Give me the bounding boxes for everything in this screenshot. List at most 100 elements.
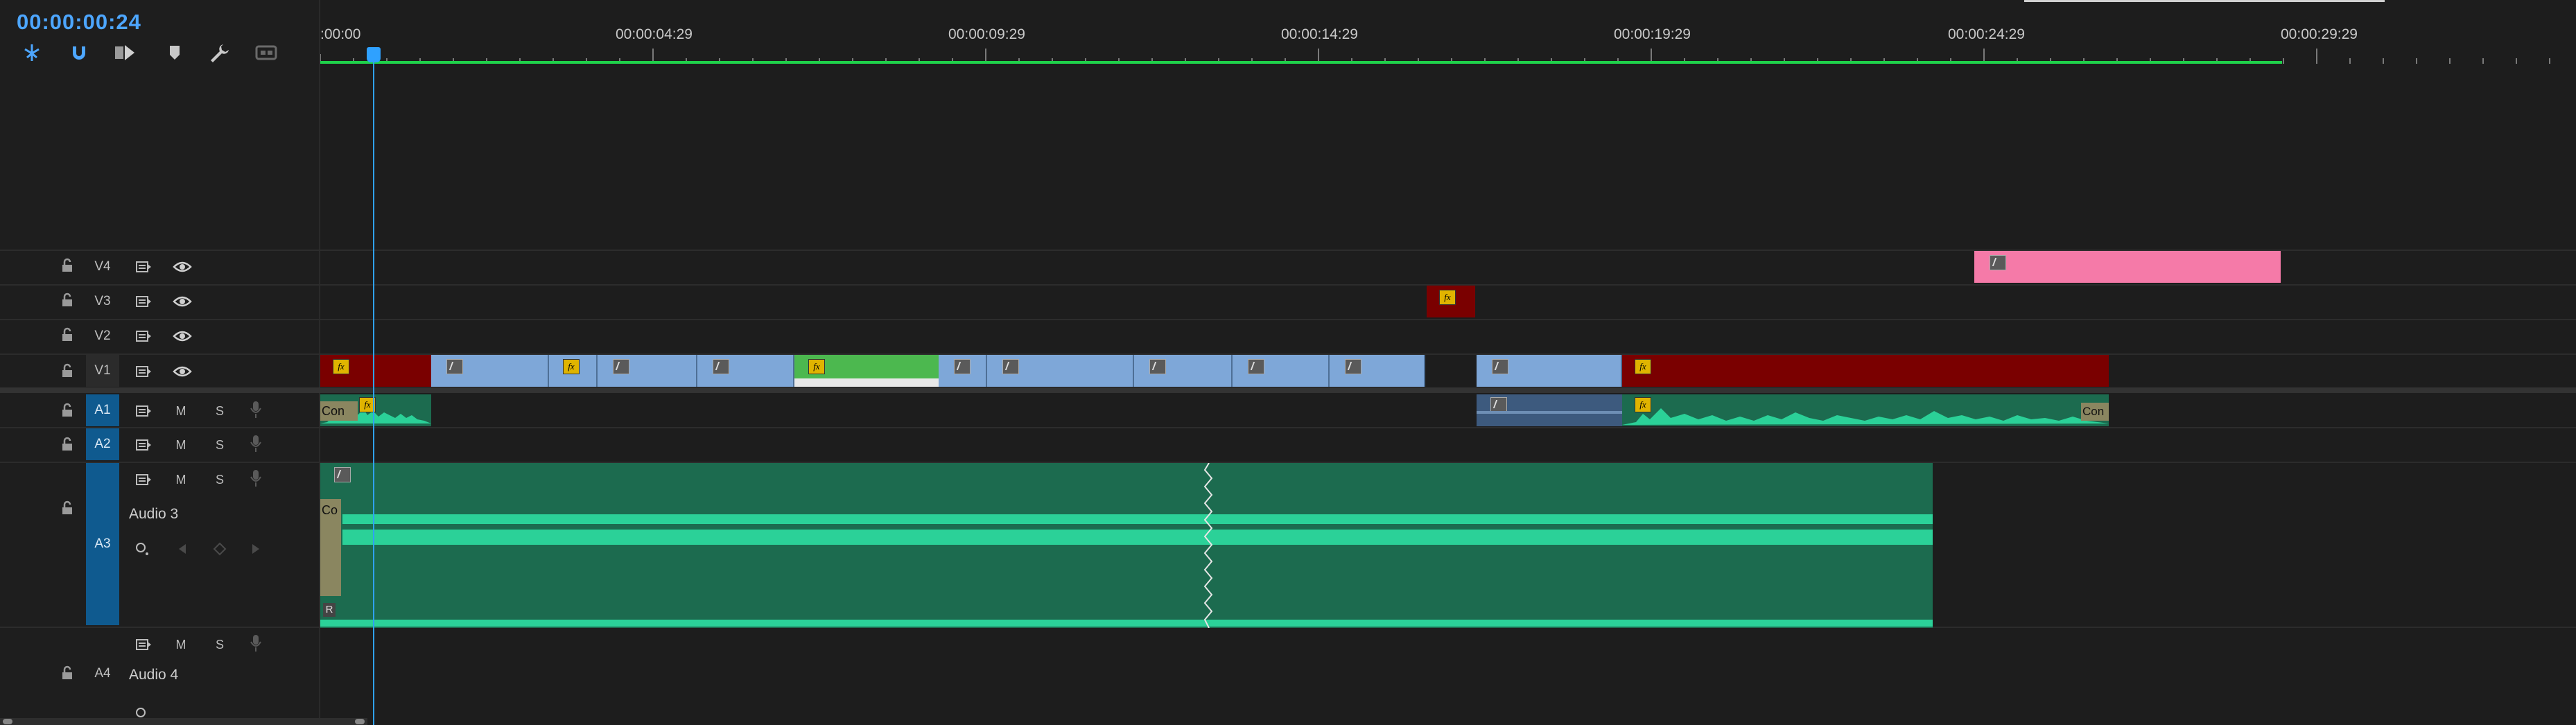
ruler-label: 00:00:19:29 [1614,26,1691,42]
scrollbar-handle-left[interactable] [3,719,12,724]
clip-v1[interactable] [1477,355,1622,387]
snap-magnet-icon[interactable] [67,40,92,65]
clip-v1[interactable]: fx [549,355,598,387]
clip-v4-pink[interactable] [1974,251,2281,283]
captions-icon[interactable] [254,40,279,65]
lock-icon[interactable] [60,258,75,273]
audio-clip-a1[interactable]: fx Con [1622,394,2109,426]
clip-v1[interactable] [1233,355,1330,387]
track-name-a2[interactable]: A2 [86,428,119,460]
clip-v1[interactable] [1134,355,1233,387]
effect-badge-icon [1002,359,1019,374]
waveform [1477,411,1622,414]
lock-icon[interactable] [60,363,75,378]
clip-v1[interactable]: fx [1622,355,2109,387]
fx-badge-icon: fx [1439,290,1456,305]
track-header-a4: A4 M S Audio 4 [0,628,319,725]
clip-v1[interactable] [697,355,794,387]
track-name-a3[interactable]: A3 [86,463,119,625]
track-name-v3[interactable]: V3 [86,286,119,317]
ruler-label: 00:00:29:29 [2281,26,2358,42]
fx-badge-icon: fx [333,359,349,374]
lock-icon[interactable] [60,292,75,308]
track-header-a1: A1 M S [0,394,319,426]
playhead-timecode[interactable]: 00:00:00:24 [17,10,141,35]
track-name-a1[interactable]: A1 [86,394,119,426]
horizontal-scrollbar[interactable] [0,718,367,725]
track-name-a4[interactable]: A4 [86,653,119,695]
effect-badge-icon [1149,359,1166,374]
solo-button[interactable]: S [209,403,230,419]
lock-icon[interactable] [60,500,75,516]
microphone-icon[interactable] [245,435,266,452]
toggle-sync-lock-icon[interactable] [133,293,154,310]
clip-v1-green[interactable]: fx [794,355,939,387]
solo-button[interactable]: S [209,471,230,488]
scrollbar-handle-right[interactable] [355,719,365,724]
audio-clip-a1[interactable]: Con fx [320,394,431,426]
next-keyframe-icon[interactable] [245,541,266,557]
lock-icon[interactable] [60,403,75,418]
keyframe-options-icon[interactable] [132,541,153,557]
playhead-line[interactable] [373,49,374,725]
scroll-thumb[interactable] [2024,0,2385,2]
previous-keyframe-icon[interactable] [172,541,193,557]
audio-clip-a1[interactable] [1477,394,1622,426]
audio-clip-a3[interactable]: Co R [320,463,1933,628]
effect-badge-icon [613,359,629,374]
clip-transition-label: Con [2081,403,2109,421]
clip-v1[interactable] [431,355,549,387]
waveform [342,514,1933,524]
track-header-a2: A2 M S [0,428,319,460]
toggle-sync-lock-icon[interactable] [133,437,154,453]
microphone-icon[interactable] [245,401,266,418]
fx-badge-icon: fx [808,359,825,374]
lock-icon[interactable] [60,437,75,452]
track-name-v2[interactable]: V2 [86,320,119,352]
track-label-audio4[interactable]: Audio 4 [129,667,178,683]
clip-v3-red[interactable]: fx [1427,286,1475,317]
wrench-icon[interactable] [207,40,232,65]
work-area-bar[interactable] [320,61,2282,64]
track-header-a3: A3 M S Audio 3 [0,463,319,625]
marker-icon[interactable] [162,40,187,65]
microphone-icon[interactable] [245,470,266,487]
eye-icon[interactable] [172,363,193,380]
add-keyframe-icon[interactable] [209,541,230,557]
clip-v1[interactable] [987,355,1134,387]
toggle-sync-lock-icon[interactable] [133,259,154,275]
waveform [342,530,1933,545]
fx-badge-icon: fx [563,359,580,374]
toggle-sync-lock-icon[interactable] [133,363,154,380]
clip-v1[interactable] [939,355,987,387]
linked-selection-icon[interactable] [112,40,137,65]
lock-icon[interactable] [60,327,75,342]
microphone-icon[interactable] [245,635,266,652]
mute-button[interactable]: M [171,636,191,653]
clip-v1[interactable] [598,355,697,387]
track-name-v1[interactable]: V1 [86,355,119,387]
ruler-label: 00:00:14:29 [1281,26,1358,42]
toggle-sync-lock-icon[interactable] [133,636,154,653]
mute-button[interactable]: M [171,471,191,488]
toggle-sync-lock-icon[interactable] [133,403,154,419]
clip-v1[interactable]: fx [320,355,431,387]
clip-v1[interactable] [1330,355,1425,387]
toggle-sync-lock-icon[interactable] [133,328,154,344]
eye-icon[interactable] [172,293,193,310]
mute-button[interactable]: M [171,403,191,419]
solo-button[interactable]: S [209,437,230,453]
track-name-v4[interactable]: V4 [86,251,119,283]
eye-icon[interactable] [172,328,193,344]
eye-icon[interactable] [172,259,193,275]
mute-button[interactable]: M [171,437,191,453]
solo-button[interactable]: S [209,636,230,653]
track-label-audio3[interactable]: Audio 3 [129,506,178,523]
video-audio-divider[interactable] [0,387,2576,393]
track-header-v1: V1 [0,355,319,387]
toggle-sync-lock-icon[interactable] [133,471,154,488]
lock-icon[interactable] [60,665,75,681]
waveform [320,620,1933,627]
nest-sequence-icon[interactable] [19,40,44,65]
ruler-label: 00:00:09:29 [948,26,1025,42]
